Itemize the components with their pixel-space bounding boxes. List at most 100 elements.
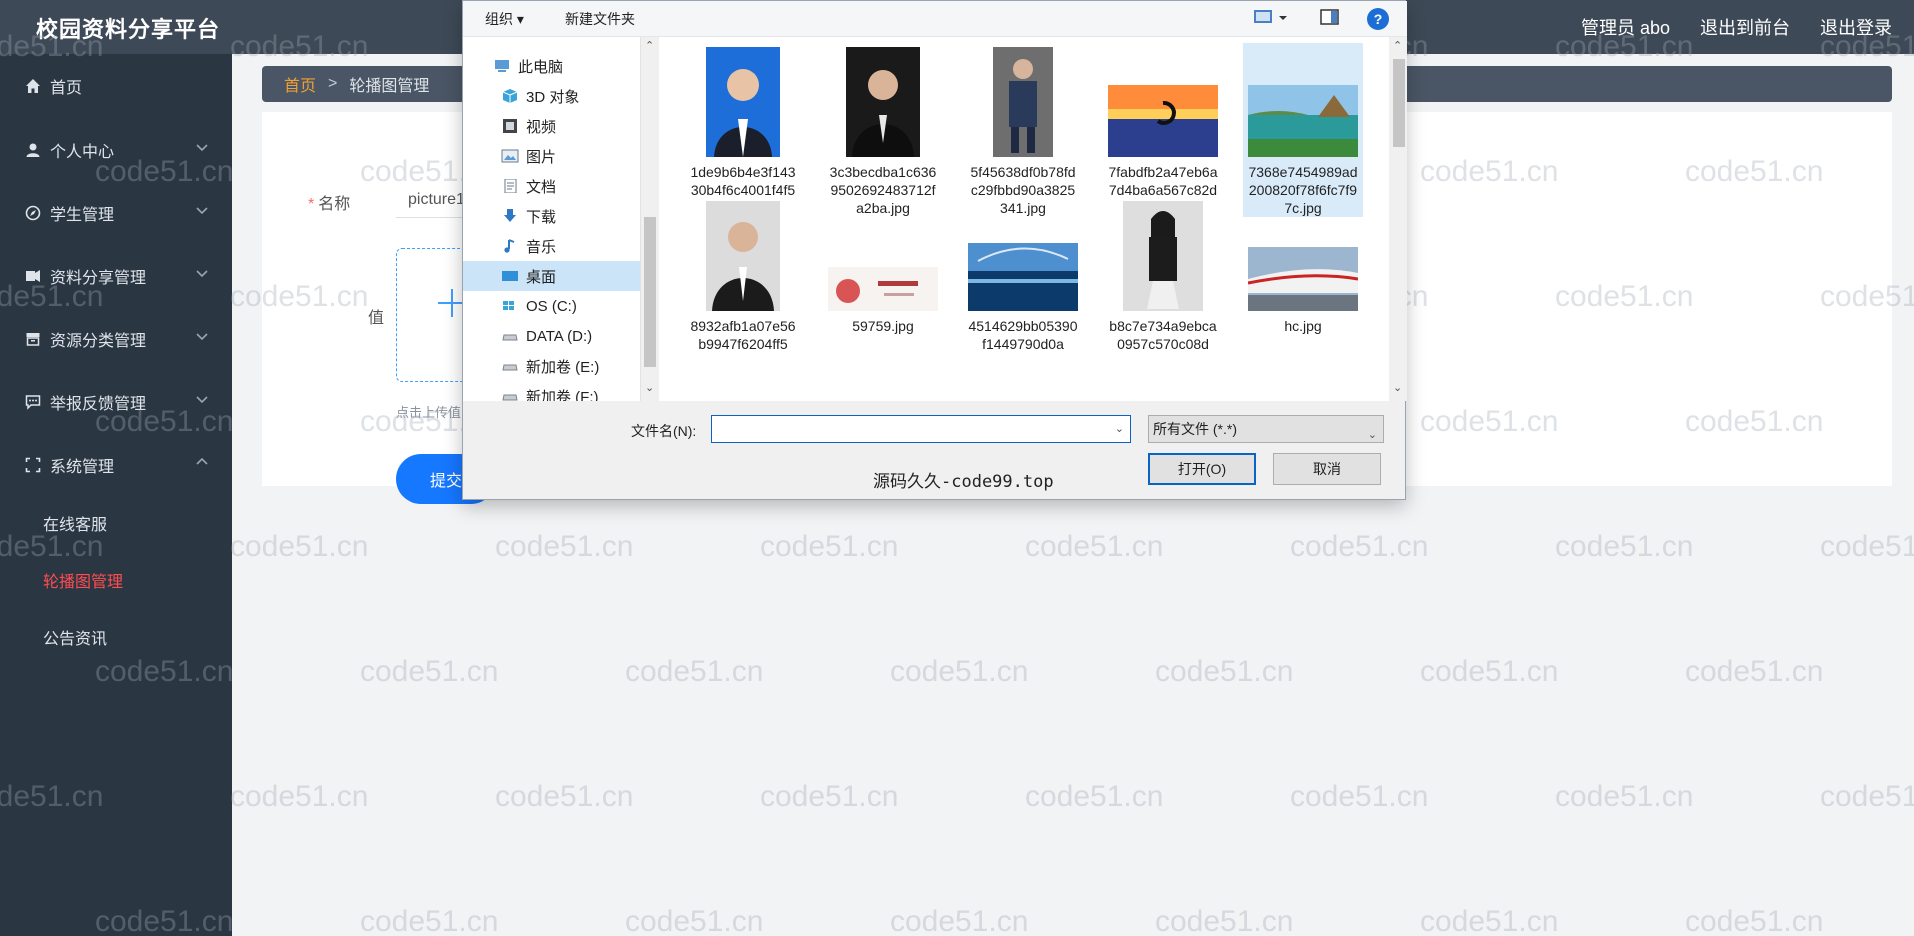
chevron-down-icon bbox=[196, 333, 208, 341]
organize-menu[interactable]: 组织 ▾ bbox=[485, 9, 524, 29]
tree-item-drive-c[interactable]: OS (C:) bbox=[463, 291, 640, 321]
tree-item-pictures[interactable]: 图片 bbox=[463, 141, 640, 171]
sidebar-item-label: 系统管理 bbox=[50, 459, 115, 476]
breadcrumb-home-link[interactable]: 首页 bbox=[284, 72, 316, 96]
value-label: 值 bbox=[368, 310, 385, 327]
user-icon bbox=[24, 141, 42, 159]
sidebar-item-system[interactable]: 系统管理 bbox=[0, 445, 232, 485]
tree-label: 图片 bbox=[526, 148, 557, 166]
sunset-thumbnail bbox=[1108, 85, 1218, 157]
file-item[interactable]: 3c3becdba1c6369502692483712fa2ba.jpg bbox=[823, 47, 943, 217]
sidebar-item-students[interactable]: 学生管理 bbox=[0, 193, 232, 233]
tree-item-music[interactable]: 音乐 bbox=[463, 231, 640, 261]
windows-drive-icon bbox=[501, 299, 519, 313]
sidebar-subitem-customer-service[interactable]: 在线客服 bbox=[0, 503, 232, 543]
file-item[interactable]: 5f45638df0b78fdc29fbbd90a3825341.jpg bbox=[963, 47, 1083, 217]
file-item[interactable]: 1de9b6b4e3f14330b4f6c4001f4f554a.jpg bbox=[683, 47, 803, 217]
lake-thumbnail bbox=[1248, 85, 1358, 157]
new-folder-button[interactable]: 新建文件夹 bbox=[565, 9, 635, 29]
tree-label: 此电脑 bbox=[518, 58, 564, 76]
card-thumbnail bbox=[828, 267, 938, 311]
file-item[interactable]: 4514629bb05390f1449790d0a bbox=[963, 201, 1083, 353]
help-icon[interactable]: ? bbox=[1367, 8, 1389, 30]
file-type-select[interactable]: 所有文件 (*.*) ⌄ bbox=[1148, 415, 1384, 443]
file-item[interactable]: hc.jpg bbox=[1243, 201, 1363, 335]
sidebar-item-home[interactable]: 首页 bbox=[0, 66, 232, 106]
sidebar-item-profile[interactable]: 个人中心 bbox=[0, 130, 232, 170]
file-name-input[interactable]: ⌄ bbox=[711, 415, 1131, 443]
sidebar-subitem-carousel[interactable]: 轮播图管理 bbox=[0, 560, 232, 600]
chevron-down-icon: ⌄ bbox=[1367, 429, 1377, 441]
tree-label: 音乐 bbox=[526, 238, 557, 256]
tree-item-videos[interactable]: 视频 bbox=[463, 111, 640, 141]
tree-scroll-thumb[interactable] bbox=[644, 217, 656, 367]
tree-item-this-pc[interactable]: 此电脑 bbox=[463, 51, 640, 81]
chevron-down-icon bbox=[196, 144, 208, 152]
tree-label: 新加卷 (F:) bbox=[526, 388, 599, 402]
chevron-down-icon bbox=[196, 270, 208, 278]
organize-label: 组织 bbox=[485, 11, 513, 27]
tree-item-drive-d[interactable]: DATA (D:) bbox=[463, 321, 640, 351]
music-icon bbox=[501, 239, 519, 253]
sidebar-subitem-announcements[interactable]: 公告资讯 bbox=[0, 617, 232, 657]
expand-icon bbox=[24, 456, 42, 474]
scroll-down-icon[interactable]: ⌄ bbox=[645, 381, 654, 394]
file-open-dialog: 组织 ▾ 新建文件夹 ? 此电脑 3D 对象 视频 图片 文档 下载 音乐 桌面… bbox=[462, 0, 1407, 500]
scroll-up-icon[interactable]: ⌃ bbox=[1393, 39, 1402, 52]
tree-item-drive-f[interactable]: 新加卷 (F:) bbox=[463, 381, 640, 401]
desktop-icon bbox=[501, 269, 519, 283]
chevron-down-icon[interactable]: ⌄ bbox=[1115, 422, 1124, 435]
exit-to-frontend-link[interactable]: 退出到前台 bbox=[1700, 14, 1790, 40]
upload-hint: 点击上传值 bbox=[396, 405, 462, 420]
tree-item-3d-objects[interactable]: 3D 对象 bbox=[463, 81, 640, 111]
tree-item-drive-e[interactable]: 新加卷 (E:) bbox=[463, 351, 640, 381]
tree-label: 视频 bbox=[526, 118, 557, 136]
tree-item-downloads[interactable]: 下载 bbox=[463, 201, 640, 231]
files-scrollbar[interactable]: ⌃ ⌄ bbox=[1389, 37, 1407, 401]
file-item[interactable]: b8c7e734a9ebca0957c570c08d bbox=[1103, 201, 1223, 353]
cancel-button[interactable]: 取消 bbox=[1273, 453, 1381, 485]
preview-pane-icon[interactable] bbox=[1319, 7, 1341, 30]
compass-icon bbox=[24, 204, 42, 222]
open-button[interactable]: 打开(O) bbox=[1148, 453, 1256, 485]
sidebar-item-label: 资源分类管理 bbox=[50, 333, 147, 350]
logout-link[interactable]: 退出登录 bbox=[1820, 14, 1892, 40]
file-item[interactable]: 7fabdfb2a47eb6a7d4ba6a567c82d8fa.jpg bbox=[1103, 47, 1223, 217]
name-label: * 名称 bbox=[308, 190, 350, 214]
tree-item-desktop[interactable]: 桌面 bbox=[463, 261, 640, 291]
sidebar-item-label: 学生管理 bbox=[50, 207, 115, 224]
sea-thumbnail bbox=[968, 243, 1078, 311]
tree-label: 下载 bbox=[526, 208, 557, 226]
file-item[interactable]: 59759.jpg bbox=[823, 201, 943, 335]
tree-label: 新加卷 (E:) bbox=[526, 358, 600, 376]
admin-user-link[interactable]: 管理员 abo bbox=[1581, 14, 1670, 40]
sidebar-item-resource-share[interactable]: 资料分享管理 bbox=[0, 256, 232, 296]
folder-tree: 此电脑 3D 对象 视频 图片 文档 下载 音乐 桌面 OS (C:) DATA… bbox=[463, 37, 640, 401]
woman-thumbnail bbox=[1123, 201, 1203, 311]
tree-scrollbar[interactable]: ⌃ ⌄ bbox=[640, 37, 658, 401]
sidebar-item-feedback[interactable]: 举报反馈管理 bbox=[0, 382, 232, 422]
files-scroll-thumb[interactable] bbox=[1393, 59, 1405, 147]
view-options-icon[interactable] bbox=[1253, 7, 1289, 30]
picture-icon bbox=[501, 149, 519, 163]
share-icon bbox=[24, 267, 42, 285]
dialog-footer-watermark: 源码久久-code99.top bbox=[873, 472, 1054, 492]
breadcrumb-separator: > bbox=[328, 75, 338, 92]
box-icon bbox=[24, 330, 42, 348]
drive-icon bbox=[501, 359, 519, 373]
scroll-down-icon[interactable]: ⌄ bbox=[1393, 381, 1402, 394]
download-icon bbox=[501, 209, 519, 223]
portrait-dark-thumbnail bbox=[846, 47, 920, 157]
chat-icon bbox=[24, 393, 42, 411]
sidebar-item-category[interactable]: 资源分类管理 bbox=[0, 319, 232, 359]
file-item[interactable]: 8932afb1a07e56b9947f6204ff5 bbox=[683, 201, 803, 353]
name-label-text: 名称 bbox=[318, 196, 351, 213]
file-item-selected[interactable]: 7368e7454989ad200820f78f6fc7f97c.jpg bbox=[1243, 43, 1363, 217]
required-asterisk: * bbox=[308, 196, 315, 213]
sidebar-item-label: 资料分享管理 bbox=[50, 270, 147, 287]
tree-item-documents[interactable]: 文档 bbox=[463, 171, 640, 201]
scroll-up-icon[interactable]: ⌃ bbox=[645, 39, 654, 52]
drive-icon bbox=[501, 389, 519, 401]
file-name: 4514629bb05390f1449790d0a bbox=[968, 318, 1078, 352]
portrait-sitting-thumbnail bbox=[993, 47, 1053, 157]
